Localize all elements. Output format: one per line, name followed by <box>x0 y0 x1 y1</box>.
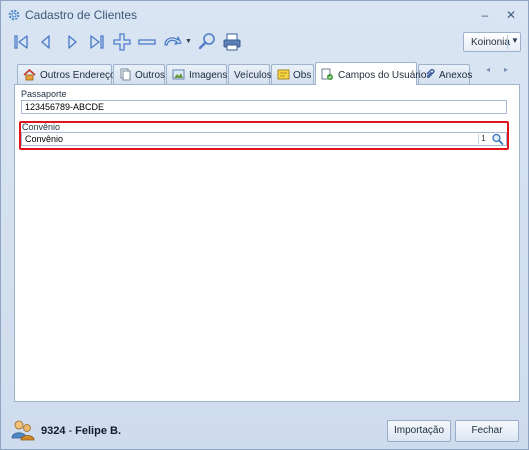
title-bar: Cadastro de Clientes – ✕ <box>1 1 528 29</box>
tab-campos-do-usuario[interactable]: Campos do Usuário <box>315 62 426 85</box>
footer: 9324- Felipe B. Importação Fechar <box>1 411 528 449</box>
next-record-icon[interactable] <box>61 31 83 53</box>
picture-icon <box>172 69 185 80</box>
last-record-icon[interactable] <box>85 31 107 53</box>
window-title: Cadastro de Clientes <box>25 8 138 22</box>
tab-imagens[interactable]: Imagens <box>166 64 227 84</box>
tab-scroll-right-icon[interactable]: ▸ <box>504 65 508 74</box>
tab-obs[interactable]: Obs <box>271 64 314 84</box>
user-separator: - <box>68 425 73 437</box>
passaporte-field[interactable]: 123456789-ABCDE <box>21 100 507 114</box>
close-button[interactable]: Fechar <box>455 420 519 442</box>
undo-icon[interactable] <box>161 31 183 53</box>
tab-strip: Outros Endereços Outros Imagens Veículos <box>14 62 520 85</box>
note-icon <box>277 69 290 80</box>
minimize-button[interactable]: – <box>477 8 493 22</box>
tab-veiculos[interactable]: Veículos <box>228 64 272 84</box>
users-icon <box>11 420 35 441</box>
documents-icon <box>120 68 131 81</box>
undo-dropdown-icon[interactable]: ▼ <box>185 38 192 45</box>
convenio-label: Convênio <box>22 122 61 132</box>
convenio-lookup-count: 1 <box>478 134 488 144</box>
toolbar: ▼ Koinonia ▼ <box>1 29 528 57</box>
user-fields-panel: Passaporte 123456789-ABCDE Convênio Conv… <box>14 84 520 402</box>
tab-label: Outros Endereços <box>40 70 121 81</box>
remove-icon[interactable] <box>136 31 158 53</box>
passaporte-label: Passaporte <box>21 89 67 99</box>
company-divider <box>507 35 508 49</box>
window: Cadastro de Clientes – ✕ ▼ Koinonia ▼ Ou… <box>0 0 529 450</box>
previous-record-icon[interactable] <box>35 31 57 53</box>
print-icon[interactable] <box>221 31 243 53</box>
convenio-value: Convênio <box>25 134 64 144</box>
first-record-icon[interactable] <box>11 31 33 53</box>
tab-outros-enderecos[interactable]: Outros Endereços <box>17 64 121 84</box>
tab-label: Imagens <box>189 70 228 81</box>
add-icon[interactable] <box>111 31 133 53</box>
import-button[interactable]: Importação <box>387 420 451 442</box>
app-gear-icon <box>8 9 20 21</box>
lookup-search-icon[interactable] <box>491 133 504 145</box>
tab-scroll-left-icon[interactable]: ◂ <box>486 65 490 74</box>
tab-label: Campos do Usuário <box>338 70 427 81</box>
close-window-button[interactable]: ✕ <box>503 8 519 22</box>
home-icon <box>23 68 36 81</box>
user-name: Felipe B. <box>75 425 121 437</box>
tab-label: Outros <box>135 70 166 81</box>
company-selector[interactable]: Koinonia ▼ <box>463 32 521 52</box>
tab-label: Obs <box>293 70 312 81</box>
company-label: Koinonia <box>471 37 510 48</box>
convenio-field[interactable]: Convênio 1 <box>21 132 507 146</box>
tab-label: Veículos <box>234 70 272 81</box>
search-icon[interactable] <box>196 31 218 53</box>
user-fields-icon <box>321 68 333 80</box>
current-user: 9324- Felipe B. <box>41 425 121 437</box>
tab-outros[interactable]: Outros <box>113 64 165 84</box>
tab-label: Anexos <box>439 70 473 81</box>
chevron-down-icon[interactable]: ▼ <box>511 36 519 45</box>
user-id: 9324 <box>41 425 66 437</box>
